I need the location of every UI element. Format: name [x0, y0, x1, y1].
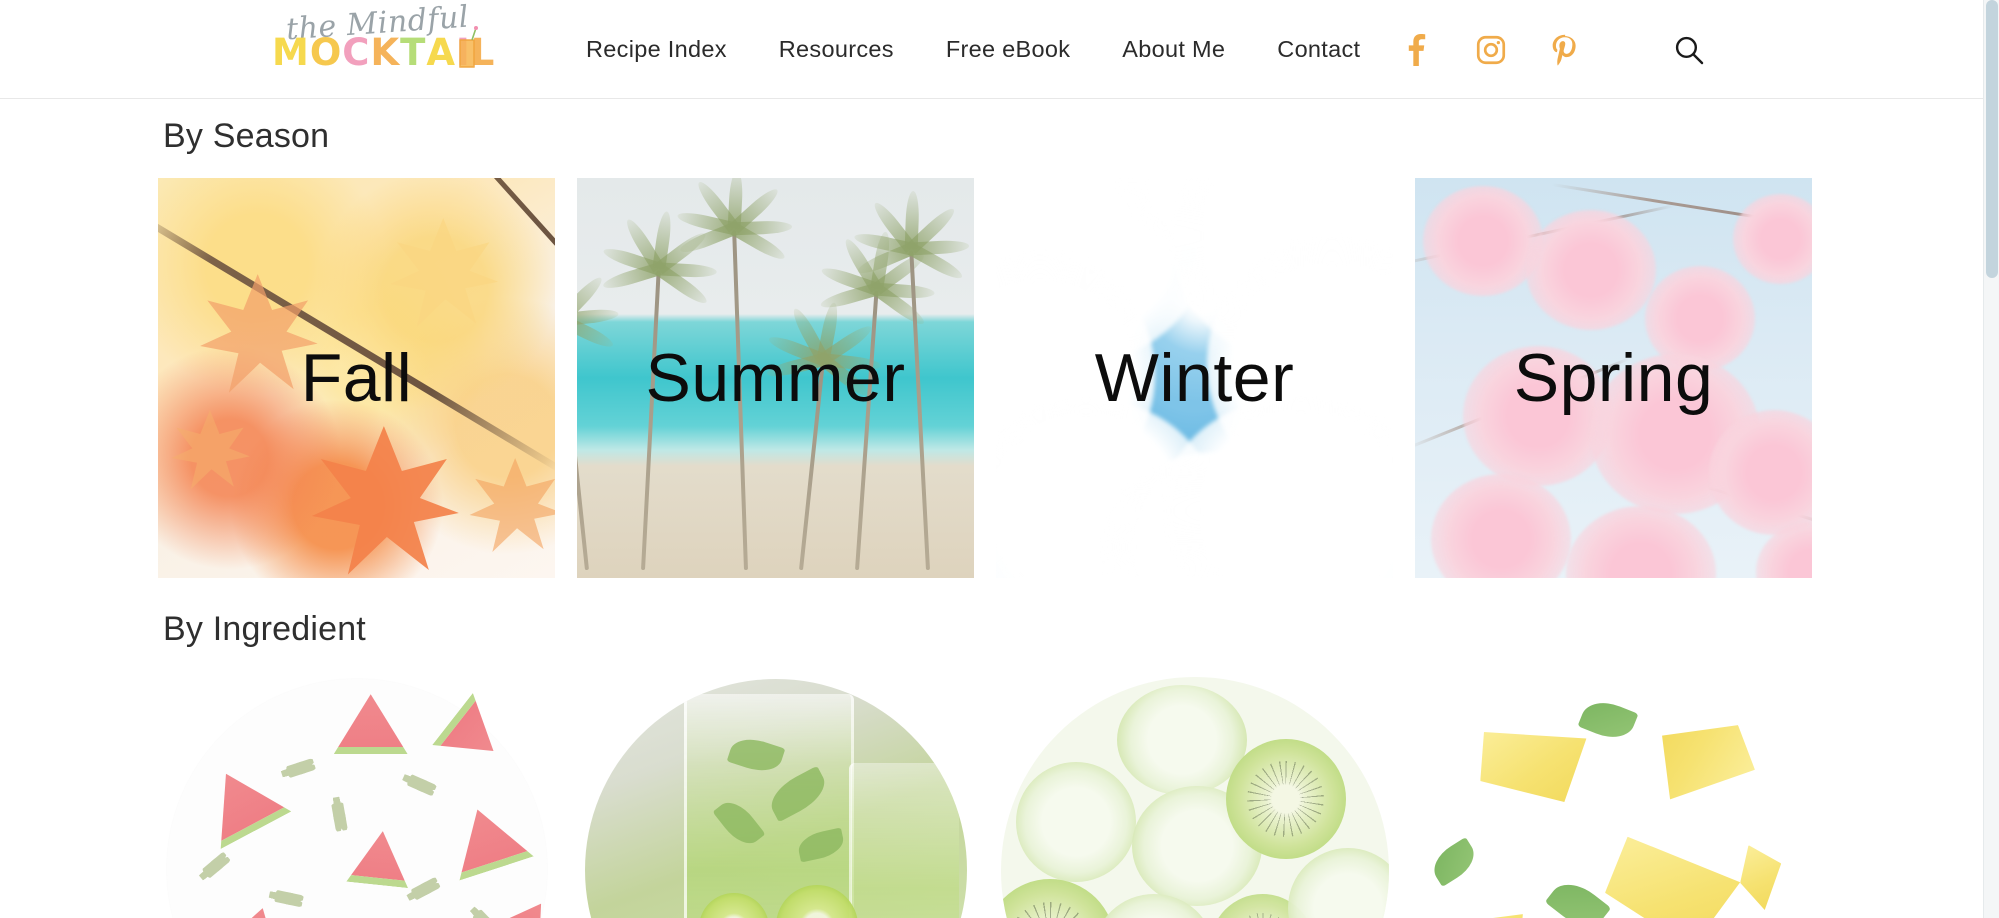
nav-item-resources[interactable]: Resources [753, 36, 920, 63]
category-card-fruity[interactable]: Fruity [996, 671, 1393, 918]
category-card-summer[interactable]: Summer [577, 178, 974, 578]
section-title-by-ingredient: By Ingredient [163, 610, 366, 648]
category-card-label: Winter [1094, 340, 1295, 416]
pinterest-icon[interactable] [1548, 33, 1582, 67]
nav-item-about-me[interactable]: About Me [1096, 36, 1251, 63]
main-navigation: Recipe Index Resources Free eBook About … [560, 0, 1386, 99]
page-scrollbar[interactable] [1983, 0, 1999, 918]
watermelon-slices-art [158, 671, 555, 918]
site-header: the Mindful MOCKTAIL Recipe Index Resour… [0, 0, 1983, 99]
site-logo[interactable]: the Mindful MOCKTAIL [272, 0, 502, 84]
ingredient-card-row: Watermelon Mint [158, 671, 1999, 918]
mojito-glass-art [577, 671, 974, 918]
category-card-label: Spring [1513, 340, 1714, 416]
logo-letter-t: T [400, 31, 427, 74]
category-card-label: Summer [645, 340, 906, 416]
category-card-pineapple[interactable]: Pineapple [1415, 671, 1812, 918]
section-title-by-season: By Season [163, 117, 330, 155]
category-card-winter[interactable]: Winter [996, 178, 1393, 578]
nav-item-recipe-index[interactable]: Recipe Index [560, 36, 753, 63]
kiwi-cucumber-slices-art [996, 671, 1393, 918]
logo-letter-c: C [342, 31, 371, 74]
category-card-spring[interactable]: Spring [1415, 178, 1812, 578]
main-content: By Season Fall Summer Winter Spring By I… [0, 99, 1999, 918]
page-root: the Mindful MOCKTAIL Recipe Index Resour… [0, 0, 1999, 918]
season-card-row: Fall Summer Winter Spring [158, 178, 1999, 578]
pineapple-mint-art [1415, 671, 1812, 918]
search-icon [1675, 36, 1704, 64]
nav-item-free-ebook[interactable]: Free eBook [920, 36, 1096, 63]
search-button[interactable] [1672, 0, 1706, 99]
category-card-fall[interactable]: Fall [158, 178, 555, 578]
logo-letter-m: M [272, 31, 310, 74]
category-card-label: Fall [300, 340, 413, 416]
cocktail-glass-icon [459, 26, 478, 68]
logo-letter-a: A [426, 31, 457, 74]
category-card-mint[interactable]: Mint [577, 671, 974, 918]
logo-letter-o: O [309, 31, 343, 74]
instagram-icon[interactable] [1474, 33, 1508, 67]
facebook-icon[interactable] [1400, 33, 1434, 67]
category-card-watermelon[interactable]: Watermelon [158, 671, 555, 918]
social-links [1400, 0, 1582, 99]
nav-item-contact[interactable]: Contact [1251, 36, 1386, 63]
logo-letter-k: K [370, 31, 401, 74]
page-scrollbar-thumb[interactable] [1986, 0, 1998, 278]
